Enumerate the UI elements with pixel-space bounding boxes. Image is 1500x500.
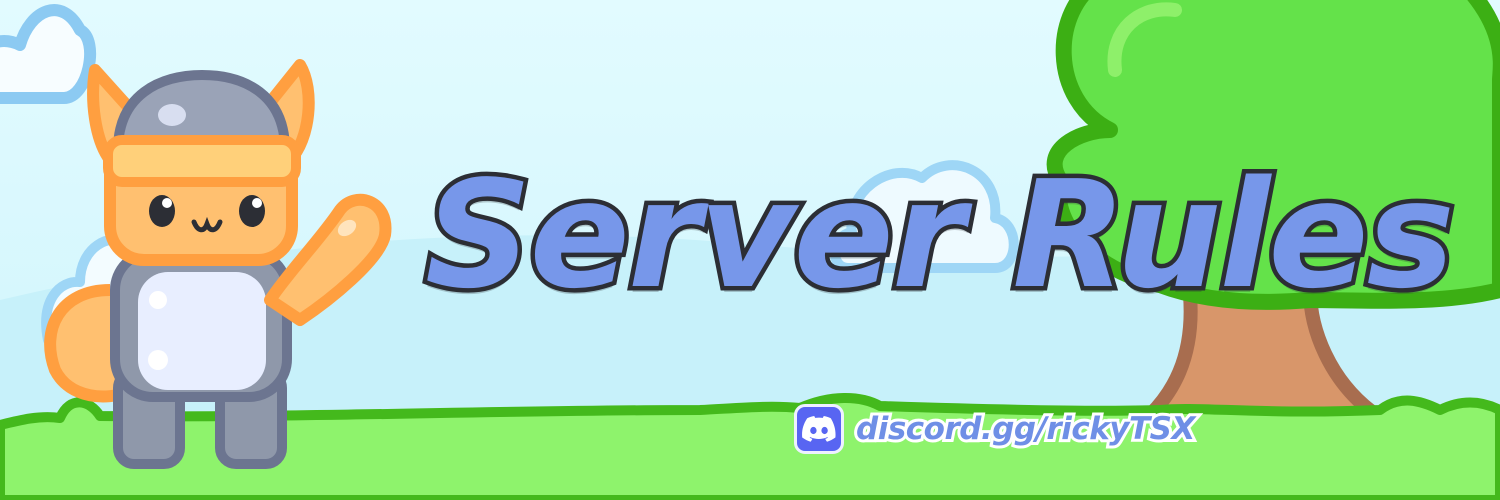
invite-link-text[interactable]: discord.gg/rickyTSX bbox=[853, 408, 1198, 450]
mascot-belly bbox=[138, 272, 266, 390]
page-title: Server Rules bbox=[421, 146, 1460, 325]
mascot-eye-right bbox=[239, 195, 265, 227]
discord-invite[interactable]: discord.gg/rickyTSX bbox=[794, 404, 1198, 454]
mascot-eye-left bbox=[149, 195, 175, 227]
mascot-helmet-band bbox=[103, 135, 301, 187]
discord-logo-icon bbox=[794, 404, 844, 454]
banner: Server Rules discord.gg/rickyTSX bbox=[0, 0, 1500, 500]
cloud-top-left bbox=[0, 4, 97, 104]
